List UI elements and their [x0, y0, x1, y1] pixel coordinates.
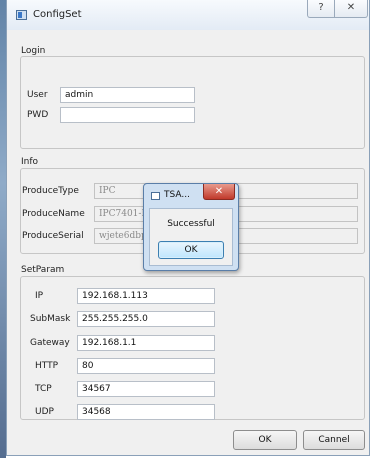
tcp-label: TCP [35, 384, 52, 394]
window-title: ConfigSet [33, 9, 82, 20]
message-dialog: TSA... ✕ Successful OK [143, 183, 239, 271]
user-label: User [27, 90, 48, 100]
producetype-label: ProduceType [22, 186, 79, 196]
ip-label: IP [35, 291, 44, 301]
help-button[interactable]: ? [307, 0, 335, 18]
question-mark-icon: ? [318, 2, 324, 13]
dialog-ok-button[interactable]: OK [158, 241, 224, 259]
dialog-body: Successful OK [149, 208, 233, 266]
app-icon [16, 10, 27, 20]
producename-label: ProduceName [22, 209, 85, 219]
tcp-input[interactable]: 34567 [77, 381, 215, 397]
produceserial-label: ProduceSerial [22, 231, 84, 241]
ok-button[interactable]: OK [233, 430, 297, 450]
close-icon: ✕ [214, 186, 224, 197]
http-input[interactable]: 80 [77, 358, 215, 374]
dialog-message: Successful [167, 219, 215, 229]
dialog-title: TSA... [164, 190, 190, 200]
title-bar[interactable]: ConfigSet ? ✕ [7, 0, 369, 30]
user-input[interactable]: admin [60, 87, 195, 103]
info-group-title: Info [21, 157, 39, 167]
pwd-label: PWD [27, 110, 49, 120]
http-label: HTTP [35, 361, 59, 371]
ip-input[interactable]: 192.168.1.113 [77, 288, 215, 304]
pwd-input[interactable] [60, 107, 195, 123]
udp-input[interactable]: 34568 [77, 404, 215, 420]
close-icon: ✕ [346, 2, 356, 13]
close-button[interactable]: ✕ [334, 0, 368, 18]
udp-label: UDP [35, 407, 54, 417]
submask-label: SubMask [30, 314, 71, 324]
dialog-close-button[interactable]: ✕ [203, 184, 235, 200]
dialog-app-icon [151, 192, 160, 200]
cancel-button[interactable]: Cannel [303, 430, 365, 450]
gateway-input[interactable]: 192.168.1.1 [77, 335, 215, 351]
gateway-label: Gateway [30, 338, 70, 348]
submask-input[interactable]: 255.255.255.0 [77, 311, 215, 327]
login-group-title: Login [21, 46, 46, 56]
setparam-group-title: SetParam [21, 265, 65, 275]
